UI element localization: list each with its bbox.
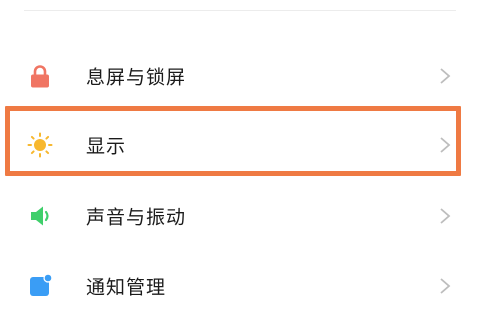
chevron-right-icon xyxy=(438,206,452,226)
chevron-right-icon xyxy=(438,66,452,86)
lock-icon xyxy=(26,62,54,90)
settings-item-label: 通知管理 xyxy=(86,276,167,299)
settings-item-label: 声音与振动 xyxy=(86,206,187,229)
speaker-icon xyxy=(26,202,54,230)
settings-item-lockscreen[interactable]: 息屏与锁屏 xyxy=(0,46,480,106)
notification-icon xyxy=(26,272,54,300)
top-divider xyxy=(24,10,456,11)
settings-item-notifications[interactable]: 通知管理 xyxy=(0,256,480,316)
chevron-right-icon xyxy=(438,276,452,296)
settings-item-sound[interactable]: 声音与振动 xyxy=(0,186,480,246)
settings-item-label: 息屏与锁屏 xyxy=(86,66,187,89)
highlight-box xyxy=(5,106,461,176)
